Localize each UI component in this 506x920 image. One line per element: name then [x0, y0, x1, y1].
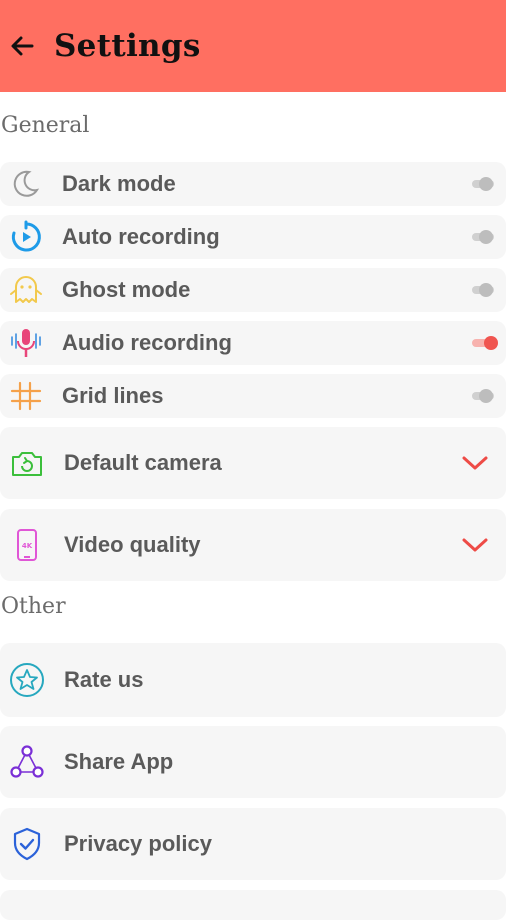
item-label: Rate us — [64, 667, 144, 692]
section-other-label: Other — [1, 594, 66, 619]
list-item[interactable] — [0, 890, 506, 920]
svg-text:4K: 4K — [22, 542, 33, 550]
audio-recording-toggle[interactable] — [470, 335, 498, 351]
ghost-icon — [8, 272, 44, 308]
camera-switch-icon — [9, 445, 45, 481]
privacy-policy-item[interactable]: Privacy policy — [0, 808, 506, 880]
setting-label: Video quality — [64, 532, 201, 557]
setting-label: Dark mode — [62, 171, 176, 196]
setting-label: Audio recording — [62, 330, 232, 355]
timer-icon — [8, 219, 44, 255]
item-label: Share App — [64, 749, 174, 774]
microphone-icon — [8, 325, 44, 361]
moon-icon — [8, 167, 42, 201]
grid-icon — [8, 378, 44, 414]
setting-video-quality[interactable]: 4K Video quality — [0, 509, 506, 581]
chevron-down-icon[interactable] — [458, 528, 492, 562]
item-label: Privacy policy — [64, 831, 212, 856]
section-general-label: General — [1, 113, 90, 138]
setting-default-camera[interactable]: Default camera — [0, 427, 506, 499]
setting-audio-recording[interactable]: Audio recording — [0, 321, 506, 365]
setting-grid-lines[interactable]: Grid lines — [0, 374, 506, 418]
rate-us-item[interactable]: Rate us — [0, 643, 506, 717]
setting-label: Auto recording — [62, 224, 220, 249]
setting-label: Grid lines — [62, 383, 164, 408]
setting-dark-mode[interactable]: Dark mode — [0, 162, 506, 206]
share-icon — [8, 743, 46, 781]
dark-mode-toggle[interactable] — [470, 176, 498, 192]
arrow-left-icon — [11, 36, 34, 56]
ghost-mode-toggle[interactable] — [470, 282, 498, 298]
auto-recording-toggle[interactable] — [470, 229, 498, 245]
phone-4k-icon: 4K — [9, 527, 45, 563]
share-app-item[interactable]: Share App — [0, 726, 506, 798]
setting-auto-recording[interactable]: Auto recording — [0, 215, 506, 259]
grid-lines-toggle[interactable] — [470, 388, 498, 404]
app-header: Settings — [0, 0, 506, 92]
setting-label: Ghost mode — [62, 277, 191, 302]
star-circle-icon — [8, 661, 46, 699]
shield-check-icon — [8, 825, 46, 863]
page-title: Settings — [54, 28, 201, 64]
setting-ghost-mode[interactable]: Ghost mode — [0, 268, 506, 312]
setting-label: Default camera — [64, 450, 222, 475]
back-button[interactable] — [2, 26, 42, 66]
chevron-down-icon[interactable] — [458, 446, 492, 480]
